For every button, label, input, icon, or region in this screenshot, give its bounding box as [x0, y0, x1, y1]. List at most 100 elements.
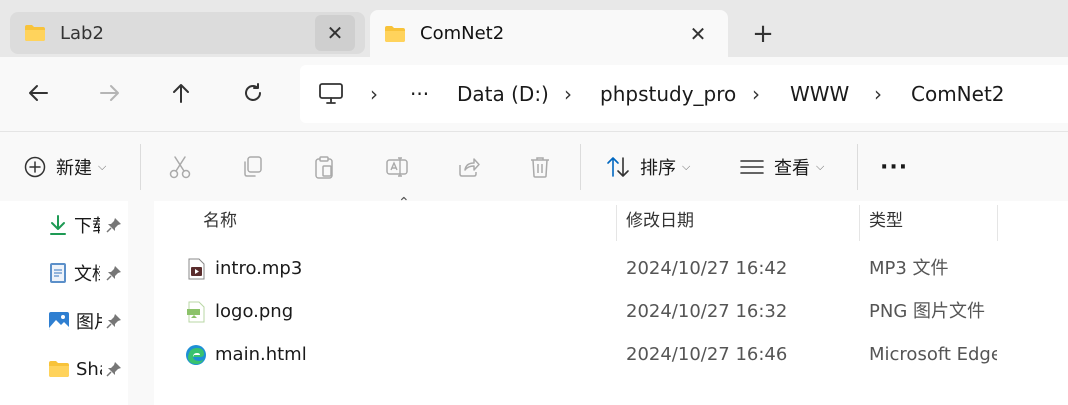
edge-icon	[186, 345, 206, 365]
delete-button[interactable]	[529, 132, 551, 202]
folder-icon	[25, 25, 45, 41]
file-modified: 2024/10/27 16:42	[626, 258, 788, 279]
image-file-icon	[187, 301, 205, 323]
arrow-left-icon	[29, 85, 48, 101]
forward-button[interactable]	[92, 75, 128, 111]
sort-button[interactable]: 排序 ⌵	[606, 132, 690, 202]
clipboard-icon	[315, 156, 333, 179]
plus-circle-icon	[24, 156, 46, 178]
breadcrumb-item[interactable]: Data (D:)	[457, 65, 549, 123]
tab-lab2[interactable]: Lab2 ✕	[10, 12, 365, 54]
tab-bar: Lab2 ✕ ComNet2 ✕ +	[0, 0, 1068, 57]
toolbar-divider	[140, 144, 141, 190]
sidebar-item-downloads[interactable]: 下载	[48, 210, 100, 240]
tab-label: Lab2	[60, 22, 104, 44]
new-button-label: 新建	[56, 158, 92, 179]
refresh-icon	[245, 83, 261, 101]
file-type: PNG 图片文件	[869, 301, 985, 322]
sort-indicator-icon: ⌃	[398, 195, 410, 211]
file-name: main.html	[215, 344, 307, 365]
file-list: ⌃ 名称 修改日期 类型 intro.mp3 2024/10/27 16:42 …	[155, 195, 1068, 405]
file-type: Microsoft Edge	[869, 344, 997, 365]
trash-icon	[531, 157, 549, 178]
cut-button[interactable]	[169, 132, 191, 202]
sidebar-item-label: 下载	[74, 216, 100, 237]
refresh-button[interactable]	[235, 75, 271, 111]
pictures-icon	[49, 312, 69, 330]
computer-icon	[319, 83, 343, 104]
folder-icon	[49, 361, 69, 377]
arrow-right-icon	[100, 85, 119, 101]
pin-icon	[106, 218, 121, 233]
share-icon	[459, 158, 480, 177]
view-button-label: 查看	[774, 158, 810, 179]
sort-button-label: 排序	[640, 158, 676, 179]
paste-button[interactable]	[313, 132, 335, 202]
breadcrumb-separator: ›	[874, 82, 882, 106]
breadcrumb-separator: ›	[370, 82, 378, 106]
file-modified: 2024/10/27 16:46	[626, 344, 788, 365]
command-bar: 新建 ⌵ 排序 ⌵ 查看 ⌵ ···	[0, 131, 1068, 202]
breadcrumb-separator: ›	[752, 82, 760, 106]
table-row[interactable]: logo.png 2024/10/27 16:32 PNG 图片文件	[155, 291, 1068, 333]
sidebar-item-label: Sha	[76, 358, 102, 380]
breadcrumb-item-current[interactable]: ComNet2	[911, 65, 1005, 123]
close-tab-button[interactable]: ✕	[315, 15, 355, 51]
chevron-down-icon: ⌵	[816, 160, 825, 173]
share-button[interactable]	[457, 132, 481, 202]
tab-label: ComNet2	[420, 23, 505, 44]
audio-file-icon	[188, 258, 205, 280]
pin-icon	[106, 266, 121, 281]
table-row[interactable]: intro.mp3 2024/10/27 16:42 MP3 文件	[155, 248, 1068, 290]
chevron-down-icon: ⌵	[98, 160, 107, 173]
toolbar-divider	[857, 144, 858, 190]
pin-icon	[106, 362, 121, 377]
new-tab-button[interactable]: +	[745, 16, 781, 52]
column-header-modified[interactable]: 修改日期	[626, 201, 694, 241]
tab-comnet2[interactable]: ComNet2 ✕	[370, 10, 728, 57]
table-row[interactable]: main.html 2024/10/27 16:46 Microsoft Edg…	[155, 334, 1068, 376]
navigation-bar: › ··· Data (D:) › phpstudy_pro › WWW › C…	[0, 57, 1068, 131]
file-name: intro.mp3	[215, 258, 303, 279]
folder-icon	[385, 25, 405, 42]
close-tab-button[interactable]: ✕	[678, 16, 718, 52]
rename-icon	[386, 157, 408, 177]
download-icon	[50, 215, 66, 235]
chevron-down-icon: ⌵	[682, 160, 691, 173]
view-button[interactable]: 查看 ⌵	[740, 132, 824, 202]
sidebar-item-documents[interactable]: 文档	[48, 258, 100, 288]
copy-icon	[244, 156, 262, 177]
breadcrumb-separator: ›	[564, 82, 572, 106]
view-list-icon	[740, 160, 764, 174]
sidebar-item-label: 文档	[74, 264, 100, 285]
file-modified: 2024/10/27 16:32	[626, 301, 788, 322]
breadcrumb-overflow[interactable]: ···	[410, 65, 429, 123]
toolbar-divider	[580, 144, 581, 190]
column-header-name[interactable]: 名称	[203, 201, 237, 241]
navigation-pane-scrollbar[interactable]	[128, 201, 154, 405]
document-icon	[50, 263, 66, 283]
file-name: logo.png	[215, 301, 294, 322]
up-button[interactable]	[163, 75, 199, 111]
new-button[interactable]: 新建 ⌵	[24, 132, 106, 202]
sidebar-item-label: 图片	[76, 312, 102, 333]
column-divider[interactable]	[859, 205, 860, 241]
copy-button[interactable]	[241, 132, 263, 202]
file-type: MP3 文件	[869, 258, 949, 279]
arrow-up-icon	[173, 84, 189, 103]
more-options-button[interactable]: ···	[880, 132, 908, 202]
scissors-icon	[169, 156, 191, 179]
column-divider[interactable]	[616, 205, 617, 241]
address-bar[interactable]: › ··· Data (D:) › phpstudy_pro › WWW › C…	[300, 65, 1068, 123]
back-button[interactable]	[20, 75, 56, 111]
breadcrumb-item[interactable]: WWW	[790, 65, 849, 123]
pin-icon	[106, 314, 121, 329]
column-divider[interactable]	[997, 205, 998, 241]
sort-icon	[607, 157, 629, 177]
explorer-body: 下载 文档 图片 Sha ⌃ 名称 修改日期 类型 intro.mp3	[0, 195, 1068, 405]
rename-button[interactable]	[385, 132, 409, 202]
column-header-type[interactable]: 类型	[869, 201, 903, 241]
sidebar-item-pictures[interactable]: 图片	[48, 306, 102, 336]
breadcrumb-item[interactable]: phpstudy_pro	[600, 65, 736, 123]
sidebar-item-folder[interactable]: Sha	[48, 354, 102, 384]
